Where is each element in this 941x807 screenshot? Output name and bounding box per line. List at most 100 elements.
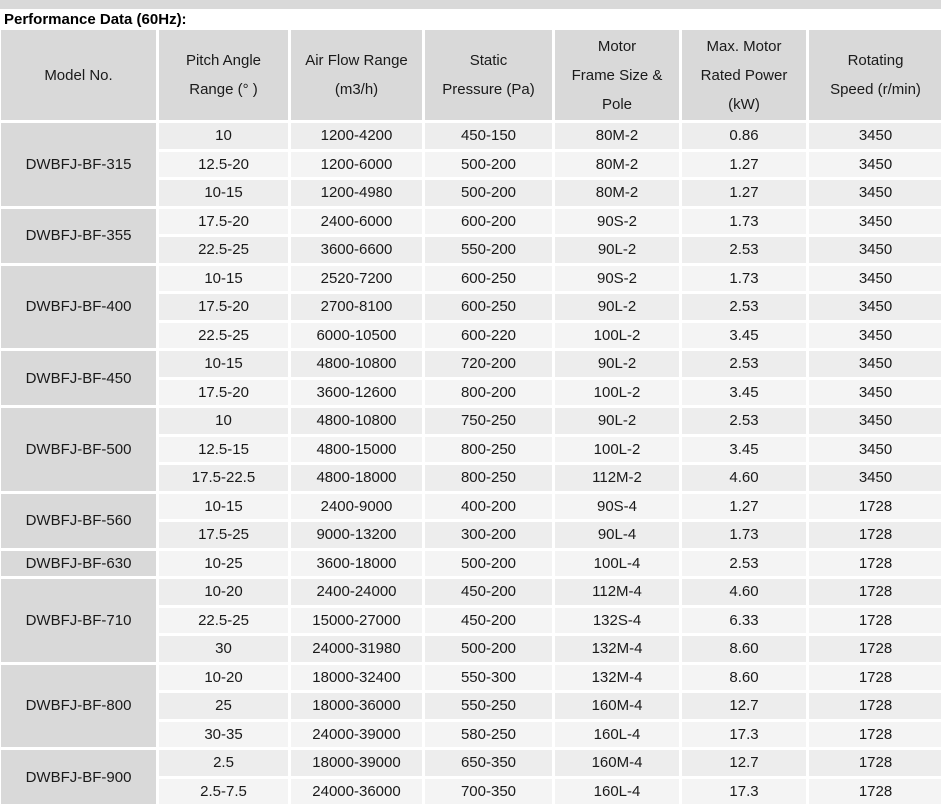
cell-max-motor-rated-power: 12.7 [682, 750, 806, 776]
cell-static-pressure: 750-250 [425, 408, 552, 434]
table-row: DWBFJ-BF-315101200-4200450-15080M-20.863… [1, 123, 941, 149]
cell-rotating-speed: 3450 [809, 437, 941, 463]
cell-static-pressure: 450-200 [425, 579, 552, 605]
cell-rotating-speed: 3450 [809, 123, 941, 149]
performance-table: Model No.Pitch AngleRange (° )Air Flow R… [0, 27, 941, 807]
cell-rotating-speed: 3450 [809, 465, 941, 491]
cell-pitch-angle-range: 30 [159, 636, 288, 662]
cell-static-pressure: 400-200 [425, 494, 552, 520]
cell-motor-frame-size-pole: 112M-2 [555, 465, 679, 491]
cell-air-flow-range: 4800-18000 [291, 465, 422, 491]
cell-air-flow-range: 4800-15000 [291, 437, 422, 463]
cell-motor-frame-size-pole: 90L-2 [555, 237, 679, 263]
cell-max-motor-rated-power: 3.45 [682, 380, 806, 406]
model-cell: DWBFJ-BF-560 [1, 494, 156, 548]
cell-air-flow-range: 4800-10800 [291, 351, 422, 377]
cell-motor-frame-size-pole: 90S-2 [555, 209, 679, 235]
cell-rotating-speed: 3450 [809, 323, 941, 349]
cell-air-flow-range: 18000-32400 [291, 665, 422, 691]
cell-air-flow-range: 24000-31980 [291, 636, 422, 662]
cell-rotating-speed: 1728 [809, 522, 941, 548]
cell-static-pressure: 500-200 [425, 180, 552, 206]
cell-pitch-angle-range: 17.5-20 [159, 294, 288, 320]
header-line: Speed (r/min) [809, 75, 941, 104]
cell-rotating-speed: 3450 [809, 351, 941, 377]
cell-max-motor-rated-power: 2.53 [682, 551, 806, 577]
header-line: Motor [555, 32, 679, 61]
cell-rotating-speed: 3450 [809, 294, 941, 320]
cell-motor-frame-size-pole: 90S-4 [555, 494, 679, 520]
cell-max-motor-rated-power: 2.53 [682, 294, 806, 320]
cell-pitch-angle-range: 10 [159, 408, 288, 434]
cell-static-pressure: 600-220 [425, 323, 552, 349]
cell-max-motor-rated-power: 1.27 [682, 152, 806, 178]
table-row: DWBFJ-BF-71010-202400-24000450-200112M-4… [1, 579, 941, 605]
column-header-motor-frame-size-pole: MotorFrame Size &Pole [555, 30, 679, 120]
table-row: DWBFJ-BF-500104800-10800750-25090L-22.53… [1, 408, 941, 434]
header-line: (m3/h) [291, 75, 422, 104]
cell-pitch-angle-range: 10-25 [159, 551, 288, 577]
cell-air-flow-range: 1200-4980 [291, 180, 422, 206]
table-body: DWBFJ-BF-315101200-4200450-15080M-20.863… [1, 123, 941, 804]
cell-rotating-speed: 1728 [809, 722, 941, 748]
header-line: Static [425, 46, 552, 75]
cell-pitch-angle-range: 12.5-20 [159, 152, 288, 178]
cell-pitch-angle-range: 22.5-25 [159, 608, 288, 634]
cell-max-motor-rated-power: 17.3 [682, 779, 806, 805]
table-row: DWBFJ-BF-40010-152520-7200600-25090S-21.… [1, 266, 941, 292]
header-line: Rotating [809, 46, 941, 75]
cell-rotating-speed: 3450 [809, 408, 941, 434]
cell-max-motor-rated-power: 17.3 [682, 722, 806, 748]
cell-pitch-angle-range: 17.5-20 [159, 380, 288, 406]
cell-pitch-angle-range: 10-15 [159, 494, 288, 520]
cell-static-pressure: 550-200 [425, 237, 552, 263]
table-row: DWBFJ-BF-35517.5-202400-6000600-20090S-2… [1, 209, 941, 235]
cell-pitch-angle-range: 10-15 [159, 180, 288, 206]
cell-max-motor-rated-power: 1.27 [682, 180, 806, 206]
cell-rotating-speed: 1728 [809, 579, 941, 605]
cell-rotating-speed: 1728 [809, 750, 941, 776]
cell-max-motor-rated-power: 1.73 [682, 266, 806, 292]
cell-motor-frame-size-pole: 160M-4 [555, 750, 679, 776]
header-line: Pressure (Pa) [425, 75, 552, 104]
cell-motor-frame-size-pole: 100L-4 [555, 551, 679, 577]
model-cell: DWBFJ-BF-500 [1, 408, 156, 491]
cell-rotating-speed: 3450 [809, 380, 941, 406]
cell-air-flow-range: 3600-18000 [291, 551, 422, 577]
cell-max-motor-rated-power: 4.60 [682, 465, 806, 491]
cell-pitch-angle-range: 10-15 [159, 266, 288, 292]
cell-rotating-speed: 1728 [809, 779, 941, 805]
cell-pitch-angle-range: 17.5-25 [159, 522, 288, 548]
column-header-air-flow-range: Air Flow Range(m3/h) [291, 30, 422, 120]
cell-air-flow-range: 2700-8100 [291, 294, 422, 320]
cell-static-pressure: 550-300 [425, 665, 552, 691]
cell-air-flow-range: 9000-13200 [291, 522, 422, 548]
cell-motor-frame-size-pole: 90L-2 [555, 294, 679, 320]
cell-pitch-angle-range: 25 [159, 693, 288, 719]
cell-max-motor-rated-power: 12.7 [682, 693, 806, 719]
header-line: Max. Motor [682, 32, 806, 61]
cell-static-pressure: 600-250 [425, 266, 552, 292]
cell-max-motor-rated-power: 1.27 [682, 494, 806, 520]
cell-pitch-angle-range: 10-15 [159, 351, 288, 377]
cell-motor-frame-size-pole: 160L-4 [555, 779, 679, 805]
cell-motor-frame-size-pole: 160L-4 [555, 722, 679, 748]
column-header-max-motor-rated-power: Max. MotorRated Power(kW) [682, 30, 806, 120]
cell-pitch-angle-range: 17.5-22.5 [159, 465, 288, 491]
model-cell: DWBFJ-BF-630 [1, 551, 156, 577]
cell-air-flow-range: 2520-7200 [291, 266, 422, 292]
cell-motor-frame-size-pole: 90L-2 [555, 408, 679, 434]
cell-air-flow-range: 2400-9000 [291, 494, 422, 520]
cell-motor-frame-size-pole: 132M-4 [555, 665, 679, 691]
header-line: Range (° ) [159, 75, 288, 104]
cell-rotating-speed: 1728 [809, 494, 941, 520]
cell-pitch-angle-range: 12.5-15 [159, 437, 288, 463]
cell-pitch-angle-range: 30-35 [159, 722, 288, 748]
cell-air-flow-range: 1200-4200 [291, 123, 422, 149]
cell-air-flow-range: 6000-10500 [291, 323, 422, 349]
cell-static-pressure: 600-200 [425, 209, 552, 235]
cell-motor-frame-size-pole: 80M-2 [555, 180, 679, 206]
cell-static-pressure: 450-150 [425, 123, 552, 149]
cell-pitch-angle-range: 22.5-25 [159, 237, 288, 263]
cell-rotating-speed: 1728 [809, 551, 941, 577]
